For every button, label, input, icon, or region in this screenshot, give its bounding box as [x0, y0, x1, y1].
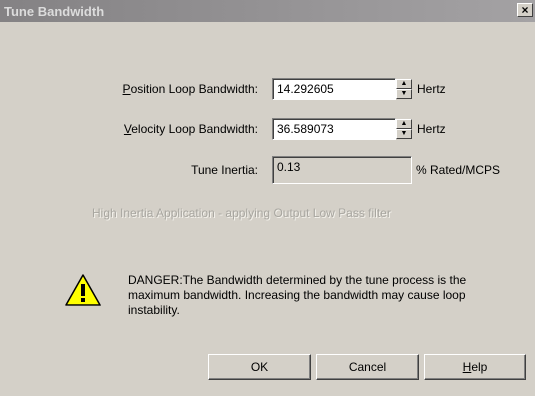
danger-warning-text: DANGER:The Bandwidth determined by the t…: [128, 273, 467, 317]
close-icon: ×: [521, 3, 529, 17]
position-spin-down-icon[interactable]: ▼: [396, 89, 412, 99]
position-loop-bandwidth-label: Position Loop Bandwidth:: [60, 82, 258, 96]
tune-inertia-unit: % Rated/MCPS: [416, 163, 501, 177]
velocity-unit: Hertz: [417, 122, 446, 136]
velocity-spinner[interactable]: ▲ ▼: [396, 119, 412, 139]
position-unit: Hertz: [417, 82, 446, 96]
tune-inertia-value: 0.13: [272, 156, 412, 184]
title-bar[interactable]: Tune Bandwidth ×: [0, 0, 535, 22]
position-loop-bandwidth-input[interactable]: 14.292605: [272, 78, 396, 100]
velocity-loop-bandwidth-label: Velocity Loop Bandwidth:: [60, 122, 258, 136]
velocity-label-text: elocity Loop Bandwidth:: [131, 122, 258, 136]
ok-button[interactable]: OK: [208, 354, 311, 380]
position-spin-up-icon[interactable]: ▲: [396, 79, 412, 89]
window-title: Tune Bandwidth: [4, 4, 105, 19]
high-inertia-status-text: High Inertia Application - applying Outp…: [92, 206, 391, 220]
help-label-text: elp: [471, 360, 488, 374]
tune-bandwidth-dialog: Tune Bandwidth × Position Loop Bandwidth…: [0, 0, 535, 396]
position-access-key: P: [122, 82, 131, 96]
velocity-loop-bandwidth-input[interactable]: 36.589073: [272, 118, 396, 140]
cancel-button[interactable]: Cancel: [316, 354, 419, 380]
velocity-spin-up-icon[interactable]: ▲: [396, 119, 412, 129]
position-spinner[interactable]: ▲ ▼: [396, 79, 412, 99]
velocity-spin-down-icon[interactable]: ▼: [396, 129, 412, 139]
close-button[interactable]: ×: [517, 3, 533, 17]
position-label-text: osition Loop Bandwidth:: [130, 82, 258, 96]
tune-inertia-label: Tune Inertia:: [191, 163, 258, 177]
help-button[interactable]: Help: [424, 354, 526, 380]
warning-icon: [65, 274, 101, 306]
